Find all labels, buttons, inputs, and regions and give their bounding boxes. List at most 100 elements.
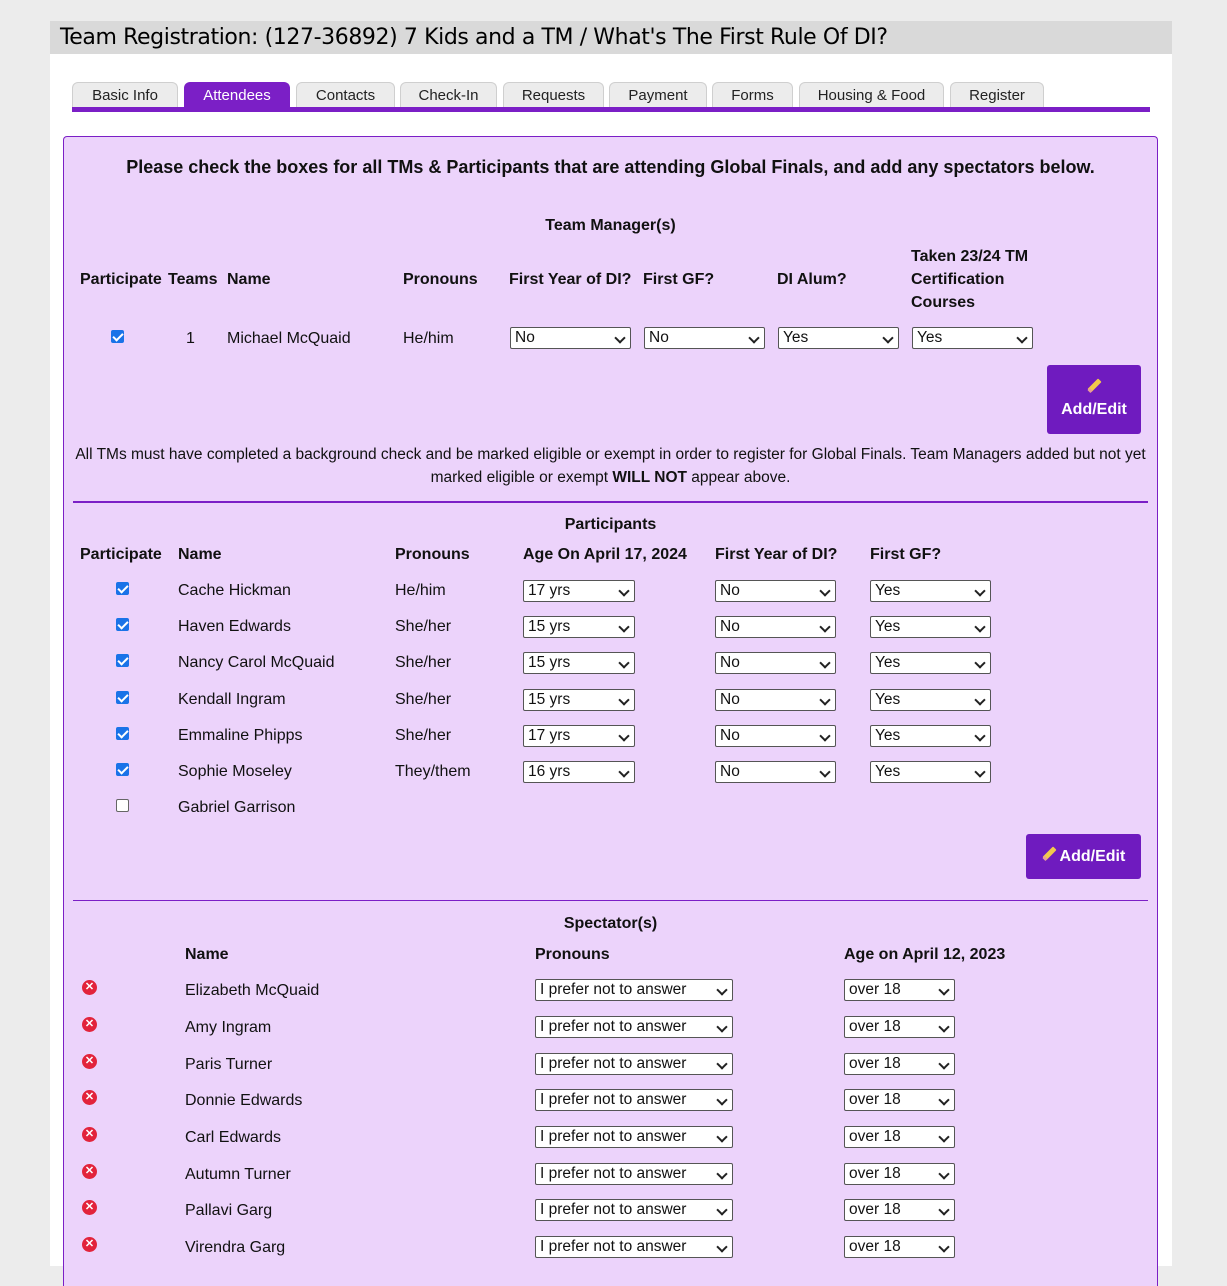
participant-name: Cache Hickman (178, 582, 291, 599)
tm-participate-checkbox[interactable] (111, 330, 124, 343)
p-header-first-gf: First GF? (870, 546, 942, 563)
p-header-participate: Participate (80, 546, 162, 563)
participant-age-select[interactable]: 17 yrs (523, 725, 635, 747)
page-title: Team Registration: (127-36892) 7 Kids an… (60, 25, 888, 50)
participant-checkbox[interactable] (116, 654, 129, 667)
tm-header-first-year: First Year of DI? (509, 271, 632, 288)
participant-first-gf-select[interactable]: Yes (870, 761, 991, 783)
tm-pronouns: He/him (403, 330, 454, 347)
tab-requests[interactable]: Requests (503, 82, 604, 107)
tm-name: Michael McQuaid (227, 330, 351, 347)
spectator-pronouns-select[interactable]: I prefer not to answer (535, 1163, 733, 1185)
tab-basic-info[interactable]: Basic Info (72, 82, 178, 107)
intro-text: Please check the boxes for all TMs & Par… (126, 157, 1095, 177)
divider (73, 501, 1148, 503)
participant-first-year-select[interactable]: No (715, 689, 836, 711)
tm-first-year-select[interactable]: No (510, 327, 631, 349)
tm-header-teams: Teams (168, 271, 218, 288)
spectator-name: Paris Turner (185, 1056, 273, 1073)
tm-alum-select[interactable]: Yes (778, 327, 899, 349)
remove-icon[interactable]: ✕ (82, 980, 97, 995)
participant-name: Haven Edwards (178, 618, 291, 635)
divider (73, 900, 1148, 901)
spectator-pronouns-select[interactable]: I prefer not to answer (535, 1053, 733, 1075)
remove-icon[interactable]: ✕ (82, 1054, 97, 1069)
participant-pronouns: She/her (395, 654, 452, 671)
spectator-pronouns-select[interactable]: I prefer not to answer (535, 1089, 733, 1111)
participant-first-gf-select[interactable]: Yes (870, 616, 991, 638)
remove-icon[interactable]: ✕ (82, 1200, 97, 1215)
participant-age-select[interactable]: 17 yrs (523, 580, 635, 602)
spectator-age-select[interactable]: over 18 (844, 1089, 955, 1111)
remove-icon[interactable]: ✕ (82, 1090, 97, 1105)
pencil-icon (1042, 847, 1056, 861)
participant-pronouns: They/them (395, 763, 471, 780)
participant-age-select[interactable]: 15 yrs (523, 689, 635, 711)
tab-register[interactable]: Register (950, 82, 1044, 107)
participant-first-gf-select[interactable]: Yes (870, 725, 991, 747)
title-bar: Team Registration: (127-36892) 7 Kids an… (50, 21, 1172, 54)
tm-first-gf-select[interactable]: No (644, 327, 765, 349)
participant-first-gf-select[interactable]: Yes (870, 580, 991, 602)
participant-age-select[interactable]: 16 yrs (523, 761, 635, 783)
remove-icon[interactable]: ✕ (82, 1017, 97, 1032)
tab-forms[interactable]: Forms (712, 82, 793, 107)
tm-note: All TMs must have completed a background… (75, 446, 1146, 486)
spectator-age-select[interactable]: over 18 (844, 1163, 955, 1185)
spectator-pronouns-select[interactable]: I prefer not to answer (535, 1126, 733, 1148)
spectator-pronouns-select[interactable]: I prefer not to answer (535, 1016, 733, 1038)
tm-header-cert-2: Certification (911, 271, 1005, 288)
tm-header-first-gf: First GF? (643, 271, 715, 288)
tab-contacts[interactable]: Contacts (296, 82, 395, 107)
spectator-age-select[interactable]: over 18 (844, 1199, 955, 1221)
spectator-pronouns-select[interactable]: I prefer not to answer (535, 979, 733, 1001)
participant-first-year-select[interactable]: No (715, 652, 836, 674)
tm-header-pronouns: Pronouns (403, 271, 478, 288)
remove-icon[interactable]: ✕ (82, 1127, 97, 1142)
participant-checkbox[interactable] (116, 799, 129, 812)
spectator-name: Elizabeth McQuaid (185, 982, 320, 999)
participant-age-select[interactable]: 15 yrs (523, 616, 635, 638)
participant-checkbox[interactable] (116, 727, 129, 740)
tm-header-cert-3: Courses (911, 294, 976, 311)
tab-attendees[interactable]: Attendees (184, 82, 290, 107)
s-header-name: Name (185, 946, 229, 963)
participant-age-select[interactable]: 15 yrs (523, 652, 635, 674)
spectator-pronouns-select[interactable]: I prefer not to answer (535, 1199, 733, 1221)
spectator-pronouns-select[interactable]: I prefer not to answer (535, 1236, 733, 1258)
attendees-panel: Please check the boxes for all TMs & Par… (63, 136, 1158, 1286)
tab-check-in[interactable]: Check-In (400, 82, 497, 107)
pencil-icon (1087, 379, 1101, 393)
participant-first-gf-select[interactable]: Yes (870, 652, 991, 674)
spectator-age-select[interactable]: over 18 (844, 1053, 955, 1075)
spectator-age-select[interactable]: over 18 (844, 979, 955, 1001)
participant-first-year-select[interactable]: No (715, 616, 836, 638)
spectator-age-select[interactable]: over 18 (844, 1126, 955, 1148)
tm-header-name: Name (227, 271, 271, 288)
spectator-name: Autumn Turner (185, 1166, 291, 1183)
participant-pronouns: She/her (395, 727, 452, 744)
participant-pronouns: He/him (395, 582, 446, 599)
participant-first-year-select[interactable]: No (715, 580, 836, 602)
participant-checkbox[interactable] (116, 582, 129, 595)
participant-checkbox[interactable] (116, 691, 129, 704)
participants-add-edit-button[interactable]: Add/Edit (1026, 834, 1141, 879)
participant-first-year-select[interactable]: No (715, 761, 836, 783)
remove-icon[interactable]: ✕ (82, 1164, 97, 1179)
remove-icon[interactable]: ✕ (82, 1237, 97, 1252)
participant-name: Sophie Moseley (178, 763, 292, 780)
tm-cert-select[interactable]: Yes (912, 327, 1033, 349)
participant-first-year-select[interactable]: No (715, 725, 836, 747)
spectator-name: Pallavi Garg (185, 1202, 273, 1219)
spectator-age-select[interactable]: over 18 (844, 1236, 955, 1258)
spectator-age-select[interactable]: over 18 (844, 1016, 955, 1038)
participant-name: Gabriel Garrison (178, 799, 296, 816)
tab-payment[interactable]: Payment (609, 82, 707, 107)
p-header-first-year: First Year of DI? (715, 546, 838, 563)
participant-checkbox[interactable] (116, 763, 129, 776)
tm-add-edit-button[interactable]: Add/Edit (1047, 365, 1141, 434)
participant-checkbox[interactable] (116, 618, 129, 631)
tab-housing-food[interactable]: Housing & Food (799, 82, 944, 107)
participant-name: Kendall Ingram (178, 691, 286, 708)
participant-first-gf-select[interactable]: Yes (870, 689, 991, 711)
